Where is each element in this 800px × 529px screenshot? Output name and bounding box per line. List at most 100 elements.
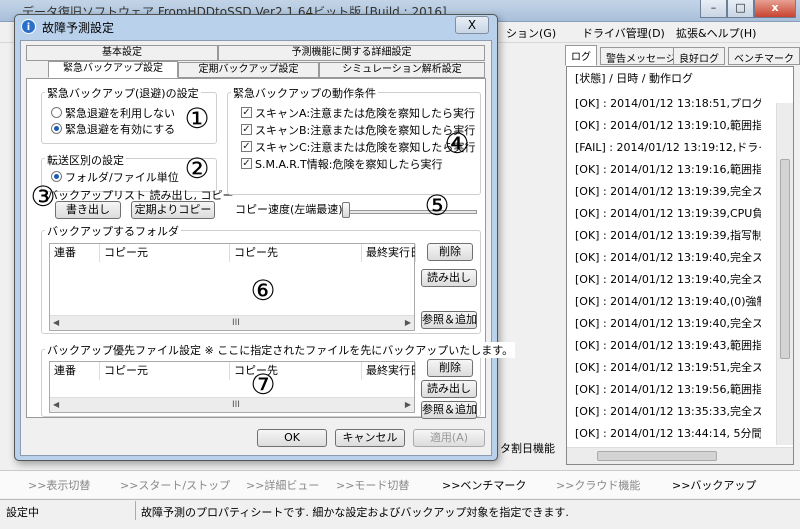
- status-divider: [135, 501, 136, 520]
- col-source[interactable]: コピー元: [100, 244, 230, 262]
- priority-hscroll[interactable]: ◀ III ▶: [50, 397, 414, 412]
- marker-6: ⑥: [250, 274, 276, 307]
- dialog-close-button[interactable]: X: [455, 16, 489, 34]
- apply-button[interactable]: 適用(A): [413, 429, 485, 447]
- menu-item-option[interactable]: ション(G): [506, 25, 556, 41]
- log-line[interactable]: [OK] : 2014/01/12 13:19:40,(0)強制終了: [575, 293, 761, 309]
- radio-emergency-off-label: 緊急退避を利用しない: [65, 107, 175, 120]
- scroll-thumb[interactable]: [597, 451, 717, 461]
- priority-browse-add-button[interactable]: 参照＆追加: [421, 401, 477, 419]
- dialog-title: 故障予測設定: [42, 21, 115, 35]
- priority-group-label: バックアップ優先ファイル設定 ※ ここに指定されたファイルを先にバックアップいた…: [45, 342, 516, 358]
- nav-display-toggle[interactable]: >>表示切替: [28, 477, 90, 493]
- conditions-group-label: 緊急バックアップの動作条件: [231, 85, 378, 101]
- status-message: 故障予測のプロパティシートです. 細かな設定およびバックアップ対象を指定できます…: [141, 506, 569, 519]
- log-line[interactable]: [OK] : 2014/01/12 13:19:40,完全スキャ: [575, 315, 761, 331]
- radio-emergency-off[interactable]: [51, 107, 62, 118]
- tab-page-emergency-backup: 緊急バックアップ(退避)の設定 緊急退避を利用しない 緊急退避を有効にする ① …: [26, 78, 516, 419]
- folders-browse-add-button[interactable]: 参照＆追加: [421, 311, 477, 329]
- folders-table[interactable]: 連番 コピー元 コピー先 最終実行日 ◀ III ▶: [49, 243, 416, 331]
- tab-simulation[interactable]: シミュレーション解析設定: [319, 62, 485, 78]
- status-state: 設定中: [6, 506, 39, 519]
- menu-item-help[interactable]: 拡張&ヘルプ(H): [676, 25, 756, 41]
- status-bar: 設定中 故障予測のプロパティシートです. 細かな設定およびバックアップ対象を指定…: [0, 499, 800, 521]
- dialog-title-bar: i 故障予測設定 X: [15, 15, 497, 39]
- log-header: [状態] / 日時 / 動作ログ: [575, 72, 693, 85]
- menu-item-driver[interactable]: ドライバ管理(D): [582, 25, 665, 41]
- checkbox-scan-c[interactable]: ✓: [241, 141, 252, 152]
- folders-hscroll[interactable]: ◀ III ▶: [50, 315, 414, 330]
- col-source[interactable]: コピー元: [100, 362, 230, 380]
- log-line[interactable]: [FAIL] : 2014/01/12 13:19:12,ドライブ: [575, 139, 761, 155]
- close-button[interactable]: x: [754, 0, 796, 18]
- priority-table[interactable]: 連番 コピー元 コピー先 最終実行日 ◀ III ▶: [49, 361, 416, 413]
- tab-basic-settings[interactable]: 基本設定: [26, 45, 218, 61]
- export-button[interactable]: 書き出し: [55, 201, 121, 219]
- nav-mode-toggle[interactable]: >>モード切替: [336, 477, 409, 493]
- cancel-button[interactable]: キャンセル: [335, 429, 405, 447]
- nav-benchmark[interactable]: >>ベンチマーク: [442, 477, 526, 493]
- folders-load-button[interactable]: 読み出し: [421, 269, 477, 287]
- log-line[interactable]: [OK] : 2014/01/12 13:19:39,CPU負荷計: [575, 205, 761, 221]
- log-line[interactable]: [OK] : 2014/01/12 13:19:51,完全スキャ: [575, 359, 761, 375]
- scan-a-label: スキャンA:注意または危険を察知したら実行: [255, 107, 476, 120]
- marker-2: ②: [184, 152, 210, 185]
- scroll-thumb[interactable]: [780, 159, 790, 359]
- log-line[interactable]: [OK] : 2014/01/12 13:35:33,完全スキャ: [575, 403, 761, 419]
- log-line[interactable]: [OK] : 2014/01/12 13:19:39,指写制御を: [575, 227, 761, 243]
- log-line[interactable]: [OK] : 2014/01/12 13:19:10,範囲指定の: [575, 117, 761, 133]
- log-line[interactable]: [OK] : 2014/01/12 13:19:40,完全スキャ: [575, 249, 761, 265]
- ok-button[interactable]: OK: [257, 429, 327, 447]
- log-line[interactable]: [OK] : 2014/01/12 13:19:40,完全スキャ: [575, 271, 761, 287]
- log-line[interactable]: [OK] : 2014/01/12 13:19:16,範囲指定の: [575, 161, 761, 177]
- tab-log[interactable]: ログ: [565, 45, 597, 66]
- maximize-button[interactable]: □: [727, 0, 754, 18]
- smart-label: S.M.A.R.T情報:危険を察知したら実行: [255, 158, 443, 171]
- marker-4: ④: [444, 127, 470, 160]
- copy-from-periodic-button[interactable]: 定期よりコピー: [131, 201, 215, 219]
- log-line[interactable]: [OK] : 2014/01/12 13:44:14, 5分間隔で: [575, 425, 761, 441]
- tab-warning[interactable]: 警告メッセージ: [600, 47, 682, 65]
- tab-prediction-detail[interactable]: 予測機能に関する詳細設定: [218, 45, 485, 61]
- checkbox-scan-b[interactable]: ✓: [241, 124, 252, 135]
- slider-thumb[interactable]: [342, 202, 350, 218]
- checkbox-scan-a[interactable]: ✓: [241, 107, 252, 118]
- log-vertical-scrollbar[interactable]: [776, 103, 793, 445]
- folders-delete-button[interactable]: 削除: [427, 243, 473, 261]
- background-label: タ割日機能: [500, 442, 555, 455]
- info-icon: i: [21, 19, 36, 34]
- nav-cloud[interactable]: >>クラウド機能: [556, 477, 640, 493]
- col-index[interactable]: 連番: [50, 244, 100, 262]
- col-dest[interactable]: コピー先: [230, 244, 362, 262]
- log-panel: ログ 警告メッセージ 良好ログ ベンチマーク [状態] / 日時 / 動作ログ …: [562, 44, 800, 467]
- nav-detail-view[interactable]: >>詳細ビュー: [246, 477, 319, 493]
- log-line[interactable]: [OK] : 2014/01/12 13:19:56,範囲指定の: [575, 381, 761, 397]
- marker-5: ⑤: [424, 189, 450, 222]
- priority-load-button[interactable]: 読み出し: [421, 380, 477, 398]
- copy-speed-slider[interactable]: [345, 210, 477, 214]
- log-horizontal-scrollbar[interactable]: [567, 447, 793, 464]
- checkbox-smart[interactable]: ✓: [241, 158, 252, 169]
- tab-periodic-backup[interactable]: 定期バックアップ設定: [178, 62, 319, 78]
- log-line[interactable]: [OK] : 2014/01/12 13:19:43,範囲指定の: [575, 337, 761, 353]
- dialog-body: 基本設定 予測機能に関する詳細設定 緊急バックアップ設定 定期バックアップ設定 …: [20, 40, 516, 456]
- tab-good-log[interactable]: 良好ログ: [673, 47, 725, 65]
- radio-emergency-on[interactable]: [51, 123, 62, 134]
- nav-start-stop[interactable]: >>スタート/ストップ: [120, 477, 230, 493]
- log-line[interactable]: [OK] : 2014/01/12 13:19:39,完全スキャ: [575, 183, 761, 199]
- radio-emergency-on-label: 緊急退避を有効にする: [65, 123, 176, 136]
- col-index[interactable]: 連番: [50, 362, 100, 380]
- tab-benchmark[interactable]: ベンチマーク: [728, 47, 800, 65]
- log-list[interactable]: [状態] / 日時 / 動作ログ [OK] : 2014/01/12 13:18…: [566, 66, 794, 465]
- col-last-run[interactable]: 最終実行日: [362, 244, 416, 262]
- minimize-button[interactable]: –: [700, 0, 727, 18]
- fault-prediction-dialog: i 故障予測設定 X 基本設定 予測機能に関する詳細設定 緊急バックアップ設定 …: [14, 14, 516, 461]
- nav-backup[interactable]: >>バックアップ: [672, 477, 756, 493]
- emergency-group-label: 緊急バックアップ(退避)の設定: [45, 85, 201, 101]
- priority-delete-button[interactable]: 削除: [427, 359, 473, 377]
- radio-folder-file-label: フォルダ/ファイル単位: [65, 171, 179, 184]
- transfer-group-label: 転送区別の設定: [45, 152, 126, 168]
- tab-emergency-backup[interactable]: 緊急バックアップ設定: [48, 61, 178, 78]
- col-last-run[interactable]: 最終実行日: [362, 362, 416, 380]
- log-line[interactable]: [OK] : 2014/01/12 13:18:51,プログラム: [575, 95, 761, 111]
